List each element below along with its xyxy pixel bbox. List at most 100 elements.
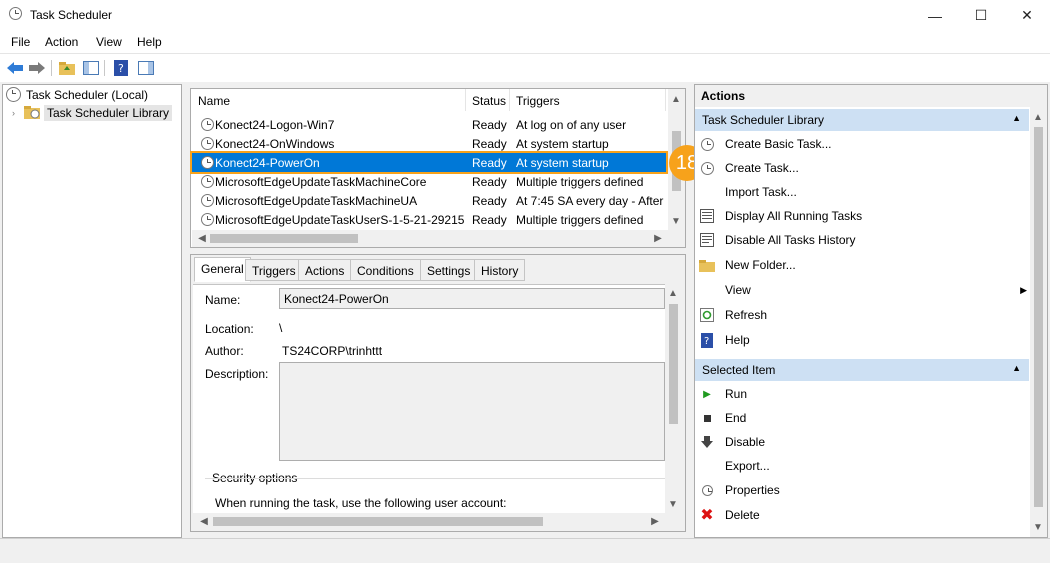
show-hide-action-pane-icon[interactable] (136, 58, 156, 78)
properties-icon (699, 482, 715, 498)
details-vertical-scrollbar[interactable]: ▲ ▼ (665, 284, 682, 514)
task-triggers: At log on of any user (516, 118, 627, 132)
task-status: Ready (472, 194, 507, 208)
scroll-up-arrow-icon[interactable]: ▲ (665, 285, 681, 301)
library-group-header[interactable]: Task Scheduler Library ▲ (695, 109, 1029, 131)
scrollbar-thumb[interactable] (1034, 127, 1043, 507)
action-display-running[interactable]: Display All Running Tasks (699, 204, 1029, 228)
action-end[interactable]: End (699, 406, 1029, 430)
menu-action[interactable]: Action (45, 35, 78, 49)
menu-help[interactable]: Help (137, 35, 162, 49)
table-row[interactable]: Konect24-OnWindows Ready At system start… (192, 134, 666, 153)
maximize-button[interactable]: ☐ (958, 0, 1004, 31)
task-list: Name Status Triggers Konect24-Logon-Win7… (190, 88, 686, 248)
collapse-up-icon[interactable]: ▲ (1012, 363, 1021, 373)
tab-triggers[interactable]: Triggers (245, 259, 303, 281)
forward-arrow-icon[interactable] (27, 58, 47, 78)
scroll-right-arrow-icon[interactable]: ▶ (647, 513, 663, 529)
table-row[interactable]: MicrosoftEdgeUpdateTaskMachineCore Ready… (192, 172, 666, 191)
task-triggers: At 7:45 SA every day - After t (516, 194, 666, 208)
description-field[interactable] (279, 362, 665, 461)
task-list-horizontal-scrollbar[interactable]: ◀ ▶ (192, 230, 685, 247)
scroll-up-arrow-icon[interactable]: ▲ (668, 91, 684, 107)
action-disable-history[interactable]: Disable All Tasks History (699, 228, 1029, 252)
column-header-status[interactable]: Status (466, 89, 510, 111)
author-label: Author: (205, 344, 244, 358)
menu-bar: File Action View Help (0, 31, 1050, 53)
task-triggers: At system startup (516, 156, 609, 170)
scroll-down-arrow-icon[interactable]: ▼ (1030, 519, 1046, 535)
console-tree: Task Scheduler (Local) › Task Scheduler … (2, 84, 182, 538)
scroll-up-arrow-icon[interactable]: ▲ (1030, 109, 1046, 125)
task-clock-icon (201, 213, 214, 229)
selected-item-group-header[interactable]: Selected Item ▲ (695, 359, 1029, 381)
blank-icon (699, 184, 715, 200)
scroll-left-arrow-icon[interactable]: ◀ (196, 513, 212, 529)
submenu-arrow-icon: ▶ (1020, 284, 1027, 295)
group-title: Selected Item (702, 363, 776, 377)
column-header-triggers[interactable]: Triggers (510, 89, 666, 111)
scroll-left-arrow-icon[interactable]: ◀ (194, 230, 210, 246)
folder-icon (699, 257, 715, 273)
action-new-folder[interactable]: New Folder... (699, 253, 1029, 277)
task-name: MicrosoftEdgeUpdateTaskUserS-1-5-21-2921… (215, 213, 465, 227)
action-help[interactable]: ? Help (699, 328, 1029, 352)
action-label: Import Task... (725, 185, 797, 199)
close-button[interactable]: ✕ (1004, 0, 1050, 31)
delete-icon: ✖ (700, 507, 714, 524)
task-name: MicrosoftEdgeUpdateTaskMachineUA (215, 194, 418, 208)
menu-view[interactable]: View (96, 35, 122, 49)
scroll-down-arrow-icon[interactable]: ▼ (668, 213, 684, 229)
scrollbar-thumb[interactable] (669, 304, 678, 424)
actions-vertical-scrollbar[interactable]: ▲ ▼ (1030, 107, 1047, 537)
column-header-name[interactable]: Name (192, 89, 466, 111)
details-horizontal-scrollbar[interactable]: ◀ ▶ (193, 513, 665, 530)
up-folder-icon[interactable] (57, 58, 77, 78)
tab-actions[interactable]: Actions (298, 259, 352, 281)
action-properties[interactable]: Properties (699, 478, 1029, 502)
tab-history[interactable]: History (474, 259, 526, 281)
action-import-task[interactable]: Import Task... (699, 180, 1029, 204)
menu-file[interactable]: File (11, 35, 30, 49)
table-row[interactable]: Konect24-Logon-Win7 Ready At log on of a… (192, 115, 666, 134)
scroll-right-arrow-icon[interactable]: ▶ (650, 230, 666, 246)
tree-item-library[interactable]: › Task Scheduler Library (3, 104, 181, 122)
action-label: Refresh (725, 308, 768, 322)
back-arrow-icon[interactable] (5, 58, 25, 78)
scrollbar-thumb[interactable] (210, 234, 358, 243)
scroll-down-arrow-icon[interactable]: ▼ (665, 496, 681, 512)
svg-text:?: ? (704, 336, 709, 347)
action-label: Help (725, 333, 750, 347)
disable-icon (699, 434, 715, 450)
end-icon (699, 410, 715, 426)
minimize-button[interactable]: — (912, 0, 958, 31)
action-view[interactable]: View ▶ (699, 278, 1029, 302)
chevron-right-icon[interactable]: › (12, 108, 24, 118)
action-run[interactable]: ▶ Run (699, 382, 1029, 406)
table-row[interactable]: MicrosoftEdgeUpdateTaskMachineUA Ready A… (192, 191, 666, 210)
action-export[interactable]: Export... (699, 454, 1029, 478)
refresh-icon (699, 307, 715, 323)
svg-text:?: ? (118, 62, 124, 75)
action-create-task[interactable]: Create Task... (699, 156, 1029, 180)
scrollbar-thumb[interactable] (213, 517, 543, 526)
collapse-up-icon[interactable]: ▲ (1012, 113, 1021, 123)
tab-general[interactable]: General (194, 257, 251, 282)
tab-conditions[interactable]: Conditions (350, 259, 421, 281)
action-delete[interactable]: ✖ Delete (699, 503, 1029, 527)
action-label: Create Task... (725, 161, 799, 175)
action-disable[interactable]: Disable (699, 430, 1029, 454)
show-hide-console-tree-icon[interactable] (81, 58, 101, 78)
tree-item-local[interactable]: Task Scheduler (Local) (3, 86, 181, 104)
action-refresh[interactable]: Refresh (699, 303, 1029, 327)
running-tasks-icon (699, 208, 715, 224)
action-create-basic-task[interactable]: Create Basic Task... (699, 132, 1029, 156)
history-icon (699, 232, 715, 248)
table-row[interactable]: MicrosoftEdgeUpdateTaskUserS-1-5-21-2921… (192, 210, 666, 229)
name-field[interactable]: Konect24-PowerOn (279, 288, 665, 309)
table-row-selected[interactable]: Konect24-PowerOn Ready At system startup (190, 151, 668, 174)
task-name: Konect24-PowerOn (215, 156, 320, 170)
tab-settings[interactable]: Settings (420, 259, 478, 281)
create-task-icon (699, 160, 715, 176)
help-icon[interactable]: ? (111, 58, 131, 78)
